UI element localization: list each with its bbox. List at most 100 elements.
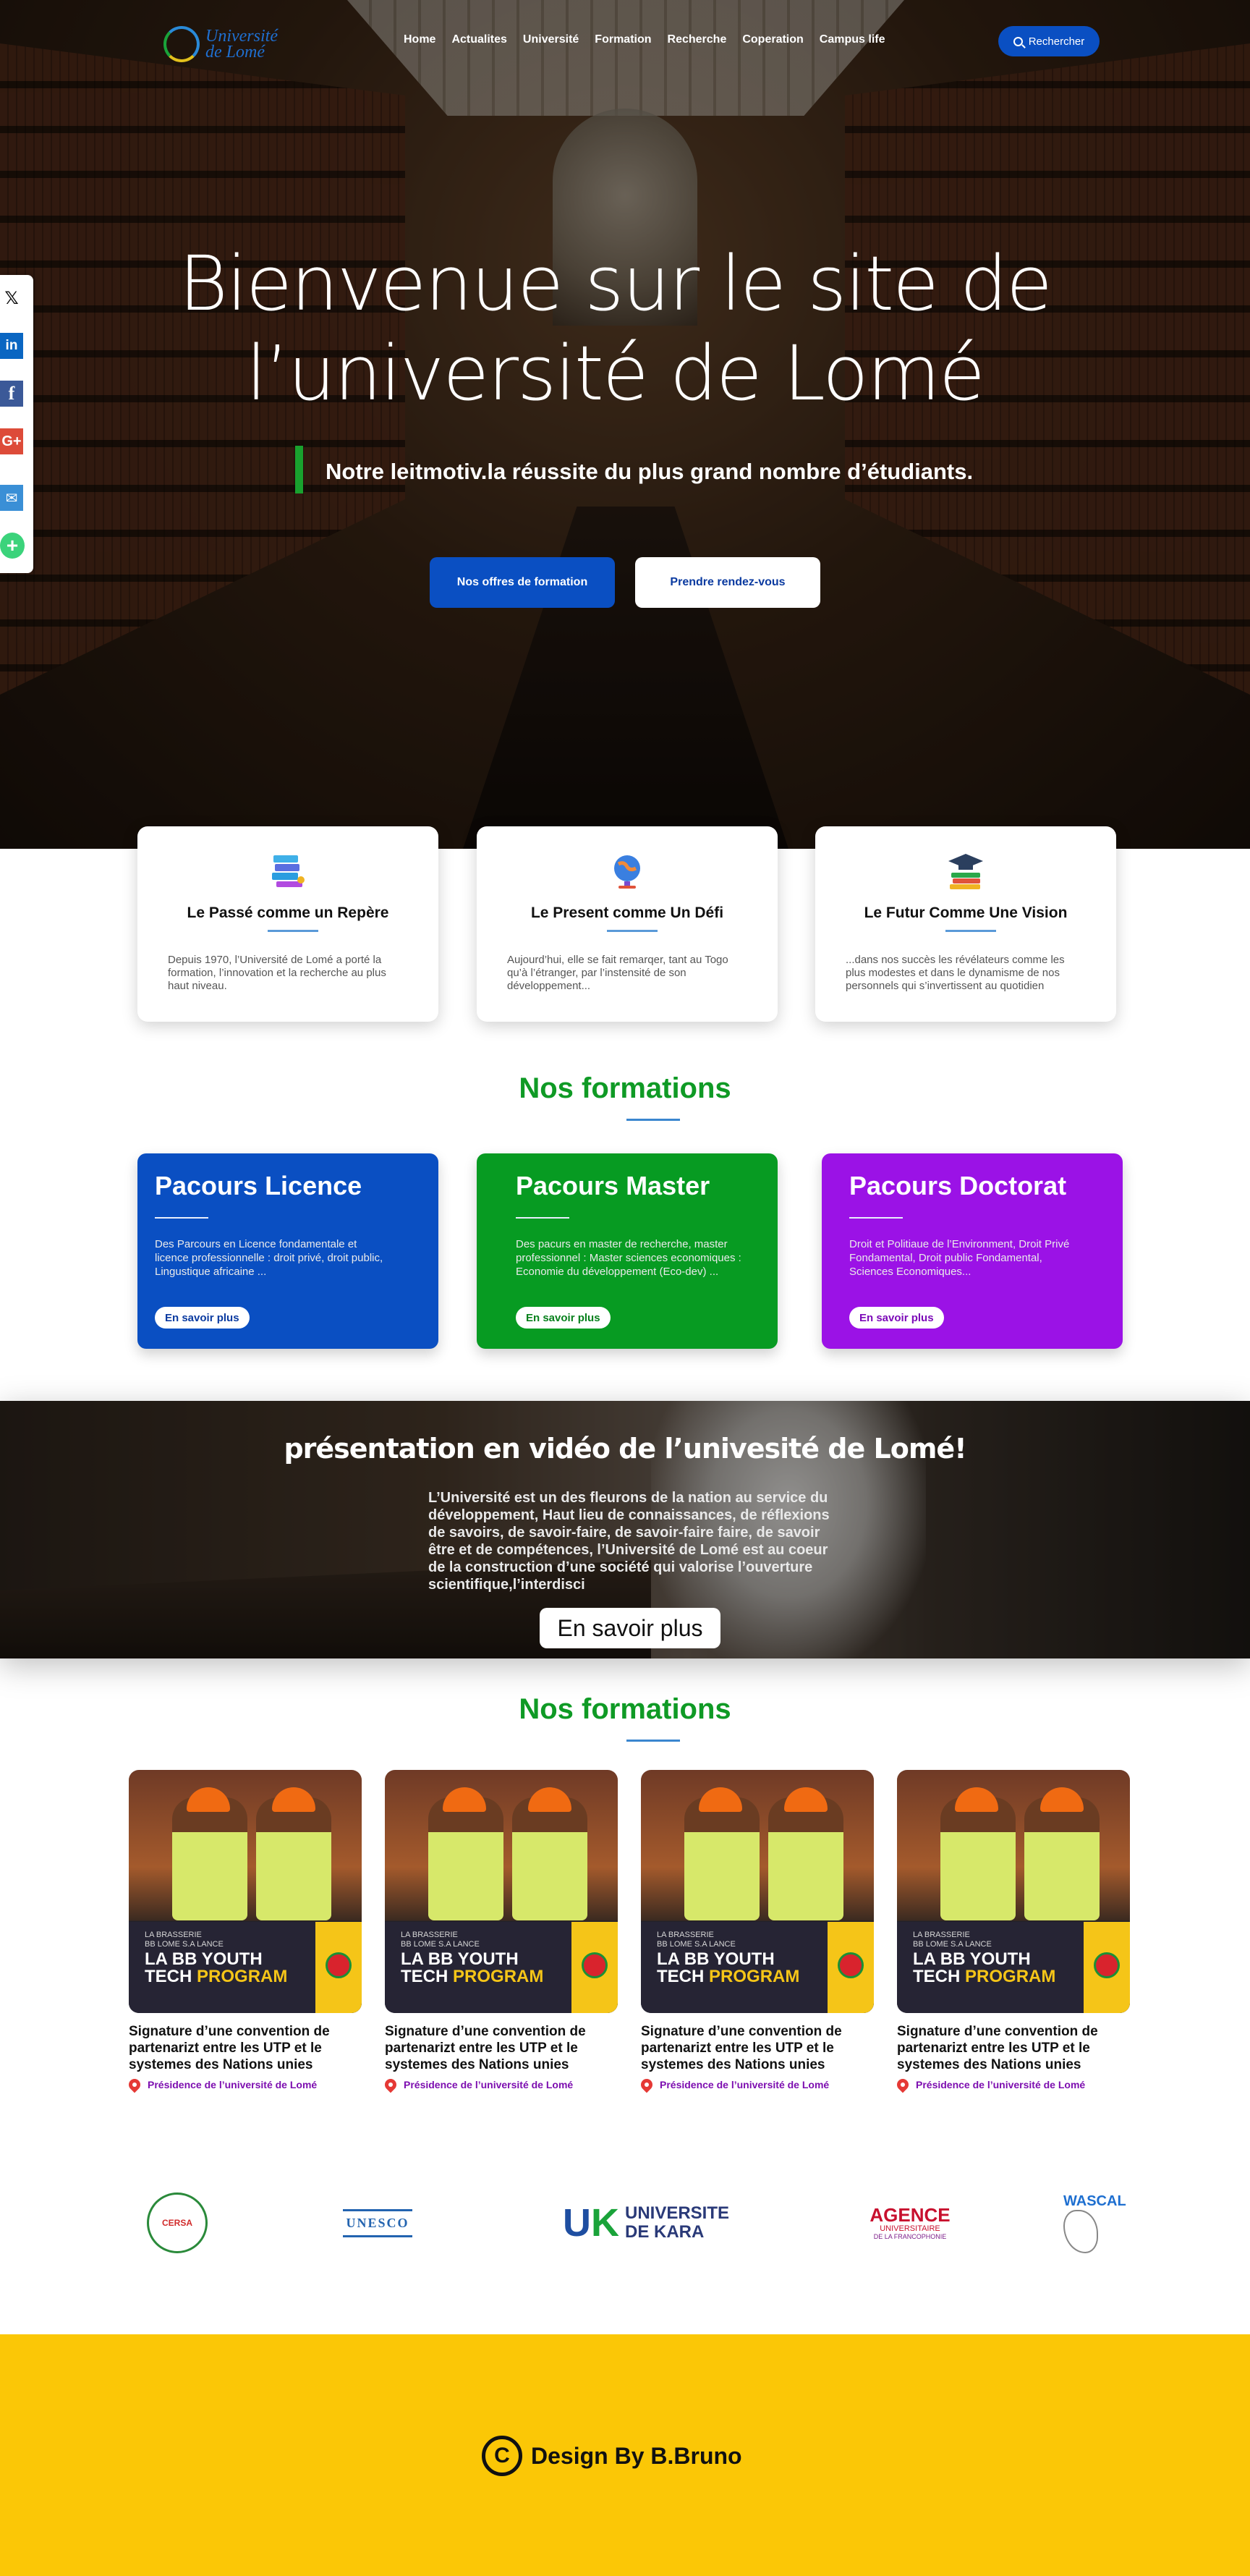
news-card[interactable]: LA BRASSERIE BB LOME S.A LANCE LA BB YOU… — [126, 1770, 362, 2093]
partner-logo-universite-kara[interactable]: UK UNIVERSITE DE KARA — [556, 2190, 736, 2256]
news-card[interactable]: LA BRASSERIE BB LOME S.A LANCE LA BB YOU… — [894, 1770, 1130, 2093]
location-pin-icon — [894, 2076, 911, 2093]
image-headline-line1: LA BB YOUTH — [145, 1949, 263, 1969]
news-meta: Présidence de l’université de Lomé — [382, 2076, 618, 2093]
auf-line1: AGENCE — [870, 2204, 951, 2226]
news-image[interactable]: LA BRASSERIE BB LOME S.A LANCE LA BB YOU… — [385, 1770, 618, 2013]
image-subtitle: LA BRASSERIE BB LOME S.A LANCE — [401, 1931, 480, 1949]
image-headline-tech: TECH — [913, 1967, 961, 1986]
nav-universite[interactable]: Université — [523, 33, 579, 46]
news-image[interactable]: LA BRASSERIE BB LOME S.A LANCE LA BB YOU… — [641, 1770, 874, 2013]
image-headline-tech: TECH — [145, 1967, 192, 1986]
email-icon[interactable]: ✉ — [0, 485, 23, 511]
cersa-seal-icon: CERSA — [147, 2192, 208, 2253]
pillar-divider — [945, 930, 996, 932]
social-share-sidebar: 𝕏 in f G+ ✉ + — [0, 275, 33, 573]
news-card[interactable]: LA BRASSERIE BB LOME S.A LANCE LA BB YOU… — [638, 1770, 874, 2093]
nav-recherche[interactable]: Recherche — [668, 33, 727, 46]
video-more-button[interactable]: En savoir plus — [540, 1608, 720, 1648]
pillar-text: Depuis 1970, l’Université de Lomé a port… — [168, 954, 386, 992]
partner-logo-cersa[interactable]: CERSA — [145, 2190, 210, 2256]
news-card[interactable]: LA BRASSERIE BB LOME S.A LANCE LA BB YOU… — [382, 1770, 618, 2093]
program-card-doctorat: Pacours Doctorat Droit et Politiaue de l… — [822, 1153, 1123, 1349]
image-headline-line1: LA BB YOUTH — [401, 1949, 519, 1969]
pillar-title: Le Passé comme un Repère — [187, 904, 389, 921]
worker-figure — [428, 1797, 503, 1920]
program-text: Des Parcours en Licence fondamentale et … — [155, 1238, 383, 1278]
nav-formation[interactable]: Formation — [595, 33, 651, 46]
training-offers-button[interactable]: Nos offres de formation — [430, 557, 615, 608]
news-title[interactable]: Signature d’une convention de partenariz… — [897, 2023, 1130, 2073]
x-icon[interactable]: 𝕏 — [0, 285, 23, 311]
news-source: Présidence de l’université de Lomé — [660, 2079, 830, 2090]
graduation-cap-icon — [948, 854, 983, 889]
partner-logo-wascal[interactable]: WASCAL — [1063, 2190, 1144, 2256]
copyright-icon: C — [482, 2436, 522, 2476]
master-more-button[interactable]: En savoir plus — [516, 1307, 611, 1329]
linkedin-icon[interactable]: in — [0, 333, 23, 359]
program-card-master: Pacours Master Des pacurs en master de r… — [477, 1153, 778, 1349]
news-image[interactable]: LA BRASSERIE BB LOME S.A LANCE LA BB YOU… — [897, 1770, 1130, 2013]
cersa-label: CERSA — [161, 2218, 192, 2228]
wascal-label: WASCAL — [1063, 2192, 1126, 2209]
worker-figure — [768, 1797, 843, 1920]
kara-line1: UNIVERSITE — [624, 2203, 730, 2223]
image-headline: LA BB YOUTH TECH PROGRAM — [401, 1951, 543, 1986]
google-plus-icon[interactable]: G+ — [0, 428, 23, 454]
kara-line2: DE KARA — [624, 2222, 705, 2242]
licence-more-button[interactable]: En savoir plus — [155, 1307, 250, 1329]
share-plus-icon[interactable]: + — [0, 533, 25, 559]
video-text: L’Université est un des fleurons de la n… — [428, 1490, 830, 1593]
news-title[interactable]: Signature d’une convention de partenariz… — [641, 2023, 874, 2073]
location-pin-icon — [382, 2076, 399, 2093]
hard-hat — [784, 1787, 828, 1812]
video-title: présentation en vidéo de l’univesité de … — [284, 1433, 966, 1465]
kara-label: UNIVERSITE DE KARA — [625, 2204, 729, 2242]
nav-campus-life[interactable]: Campus life — [820, 33, 885, 46]
nav-home[interactable]: Home — [404, 33, 435, 46]
brand-badge-icon — [326, 1952, 352, 1978]
nav-coperation[interactable]: Coperation — [742, 33, 803, 46]
africa-map-icon — [1063, 2209, 1098, 2253]
program-text: Droit et Politiaue de l’Environment, Dro… — [849, 1238, 1070, 1278]
pillar-card-present: Le Present comme Un Défi Aujourd’hui, el… — [477, 826, 778, 1022]
news-heading-underline — [626, 1740, 680, 1742]
news-source: Présidence de l’université de Lomé — [916, 2079, 1086, 2090]
pillar-text: Aujourd’hui, elle se fait remarqer, tant… — [507, 954, 728, 992]
motto-accent-bar — [295, 446, 303, 493]
facebook-icon[interactable]: f — [0, 381, 23, 407]
program-title: Pacours Doctorat — [849, 1171, 1067, 1200]
news-image[interactable]: LA BRASSERIE BB LOME S.A LANCE LA BB YOU… — [129, 1770, 362, 2013]
worker-figure — [172, 1797, 247, 1920]
image-headline-program: PROGRAM — [453, 1967, 544, 1986]
hero-overlay — [0, 0, 1250, 849]
news-source: Présidence de l’université de Lomé — [404, 2079, 574, 2090]
image-subtitle: LA BRASSERIE BB LOME S.A LANCE — [145, 1931, 224, 1949]
location-pin-icon — [126, 2076, 143, 2093]
news-meta: Présidence de l’université de Lomé — [638, 2076, 874, 2093]
university-logo[interactable]: Université de Lomé — [163, 19, 308, 69]
footer-credit: C Design By B.Bruno — [482, 2436, 742, 2476]
pillar-text: ...dans nos succès les révélateurs comme… — [846, 954, 1065, 992]
worker-figure — [256, 1797, 331, 1920]
partner-logo-unesco[interactable]: UNESCO — [340, 2190, 415, 2256]
image-headline-program: PROGRAM — [965, 1967, 1056, 1986]
partner-logo-auf[interactable]: AGENCE UNIVERSITAIRE DE LA FRANCOPHONIE — [870, 2190, 951, 2256]
news-title[interactable]: Signature d’une convention de partenariz… — [385, 2023, 618, 2073]
nav-actualites[interactable]: Actualites — [451, 33, 506, 46]
auf-line3: DE LA FRANCOPHONIE — [873, 2233, 947, 2240]
hero-section: Université de Lomé Home Actualites Unive… — [0, 0, 1250, 849]
worker-figure — [684, 1797, 760, 1920]
hard-hat — [443, 1787, 486, 1812]
image-subtitle: LA BRASSERIE BB LOME S.A LANCE — [657, 1931, 736, 1949]
hard-hat — [187, 1787, 230, 1812]
image-headline-tech: TECH — [657, 1967, 705, 1986]
news-title[interactable]: Signature d’une convention de partenariz… — [129, 2023, 362, 2073]
hero-title: Bienvenue sur le site de l’université de… — [178, 240, 1053, 418]
location-pin-icon — [638, 2076, 655, 2093]
appointment-button[interactable]: Prendre rendez-vous — [635, 557, 820, 608]
doctorat-more-button[interactable]: En savoir plus — [849, 1307, 944, 1329]
search-button[interactable]: Rechercher — [998, 26, 1100, 56]
image-headline: LA BB YOUTH TECH PROGRAM — [657, 1951, 799, 1986]
pillar-divider — [268, 930, 318, 932]
